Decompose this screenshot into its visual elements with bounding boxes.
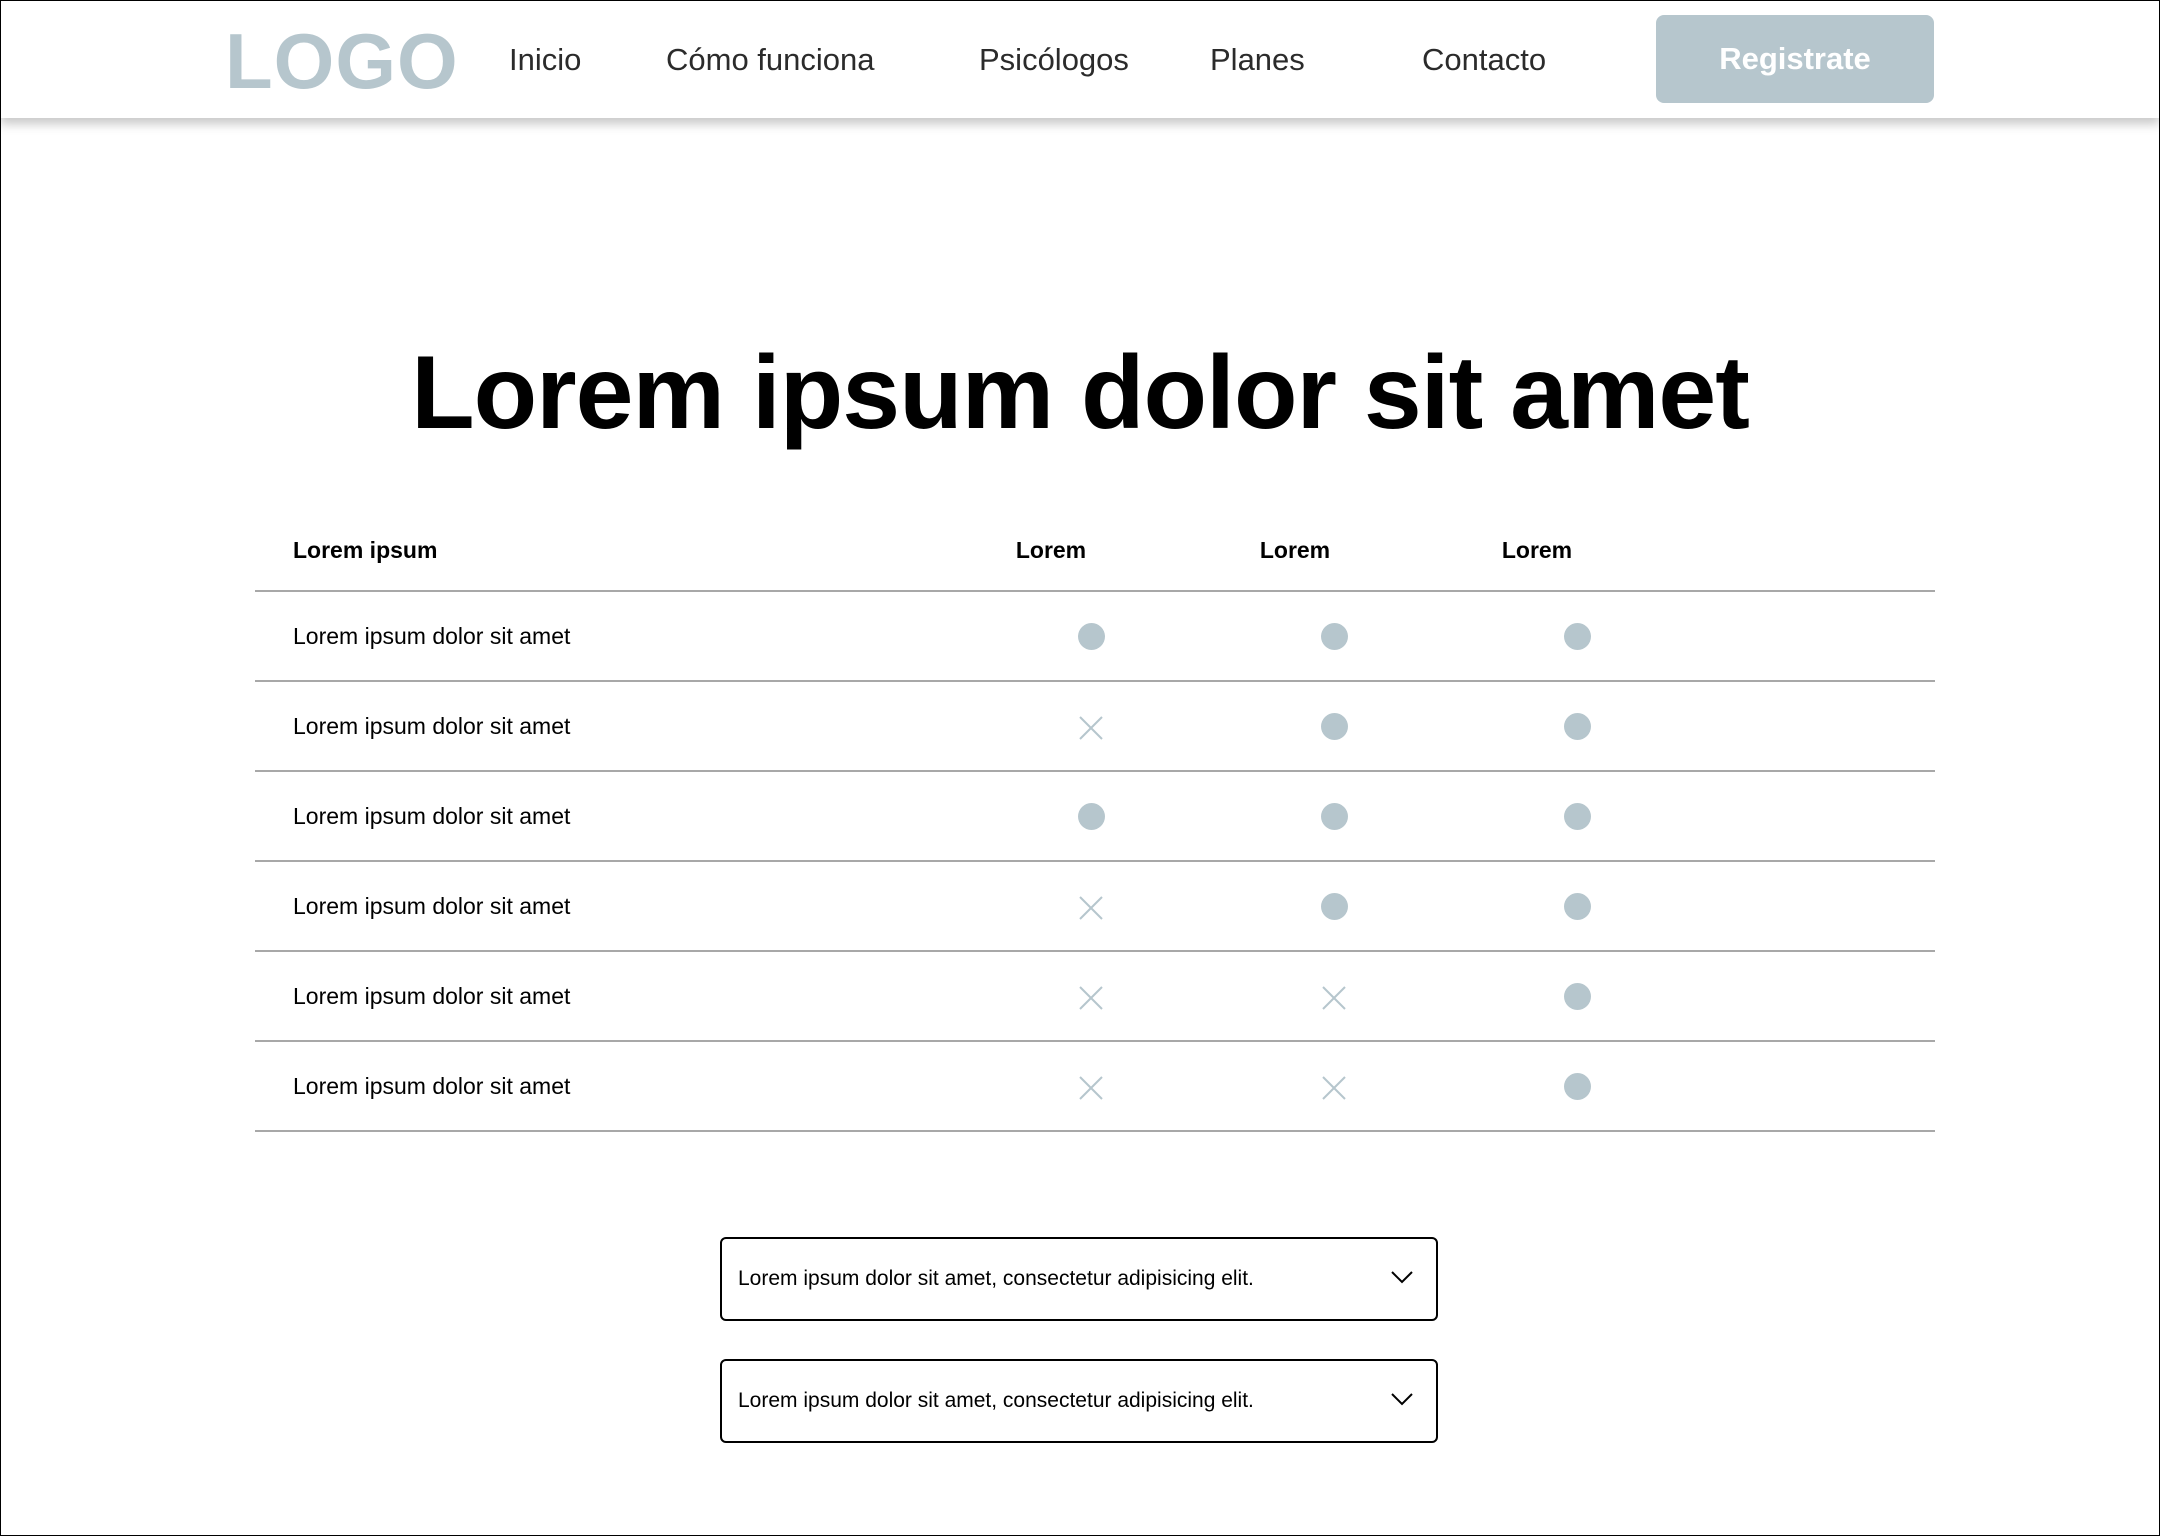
row-label: Lorem ipsum dolor sit amet	[293, 803, 571, 829]
row-label: Lorem ipsum dolor sit amet	[293, 713, 571, 739]
table-header-plan-3: Lorem	[1501, 537, 1573, 563]
nav-link-como-funciona[interactable]: Cómo funciona	[666, 38, 875, 82]
x-mark-icon	[1078, 985, 1104, 1011]
dot-icon	[1564, 983, 1591, 1010]
dot-icon	[1564, 803, 1591, 830]
faq-question: Lorem ipsum dolor sit amet, consectetur …	[738, 1389, 1254, 1412]
dot-icon	[1321, 893, 1348, 920]
table-header-plan-1: Lorem	[1015, 537, 1087, 563]
x-mark-icon	[1321, 1075, 1347, 1101]
faq-dropdown[interactable]: Lorem ipsum dolor sit amet, consectetur …	[720, 1237, 1438, 1321]
x-mark-icon	[1078, 1075, 1104, 1101]
faq-dropdown[interactable]: Lorem ipsum dolor sit amet, consectetur …	[720, 1359, 1438, 1443]
table-header-feature: Lorem ipsum	[293, 537, 438, 563]
dot-icon	[1564, 623, 1591, 650]
table-bottom-divider	[255, 1130, 1935, 1132]
dot-icon	[1321, 713, 1348, 740]
row-label: Lorem ipsum dolor sit amet	[293, 983, 571, 1009]
dot-icon	[1564, 1073, 1591, 1100]
dot-icon	[1078, 623, 1105, 650]
register-button[interactable]: Registrate	[1656, 15, 1934, 103]
dot-icon	[1321, 803, 1348, 830]
site-header: LOGO Inicio Cómo funciona Psicólogos Pla…	[0, 0, 2160, 118]
nav-link-contacto[interactable]: Contacto	[1422, 38, 1546, 82]
nav-link-planes[interactable]: Planes	[1210, 38, 1305, 82]
dot-icon	[1078, 803, 1105, 830]
dot-icon	[1321, 623, 1348, 650]
nav-link-psicologos[interactable]: Psicólogos	[979, 38, 1129, 82]
x-mark-icon	[1321, 985, 1347, 1011]
row-label: Lorem ipsum dolor sit amet	[293, 623, 571, 649]
row-label: Lorem ipsum dolor sit amet	[293, 1073, 571, 1099]
row-label: Lorem ipsum dolor sit amet	[293, 893, 571, 919]
table-header-plan-2: Lorem	[1259, 537, 1331, 563]
faq-question: Lorem ipsum dolor sit amet, consectetur …	[738, 1267, 1254, 1290]
x-mark-icon	[1078, 715, 1104, 741]
logo[interactable]: LOGO	[225, 16, 459, 106]
chevron-down-icon	[1390, 1391, 1414, 1407]
dot-icon	[1564, 893, 1591, 920]
chevron-down-icon	[1390, 1269, 1414, 1285]
dot-icon	[1564, 713, 1591, 740]
nav-link-inicio[interactable]: Inicio	[509, 38, 581, 82]
page-title: Lorem ipsum dolor sit amet	[411, 335, 1750, 451]
x-mark-icon	[1078, 895, 1104, 921]
